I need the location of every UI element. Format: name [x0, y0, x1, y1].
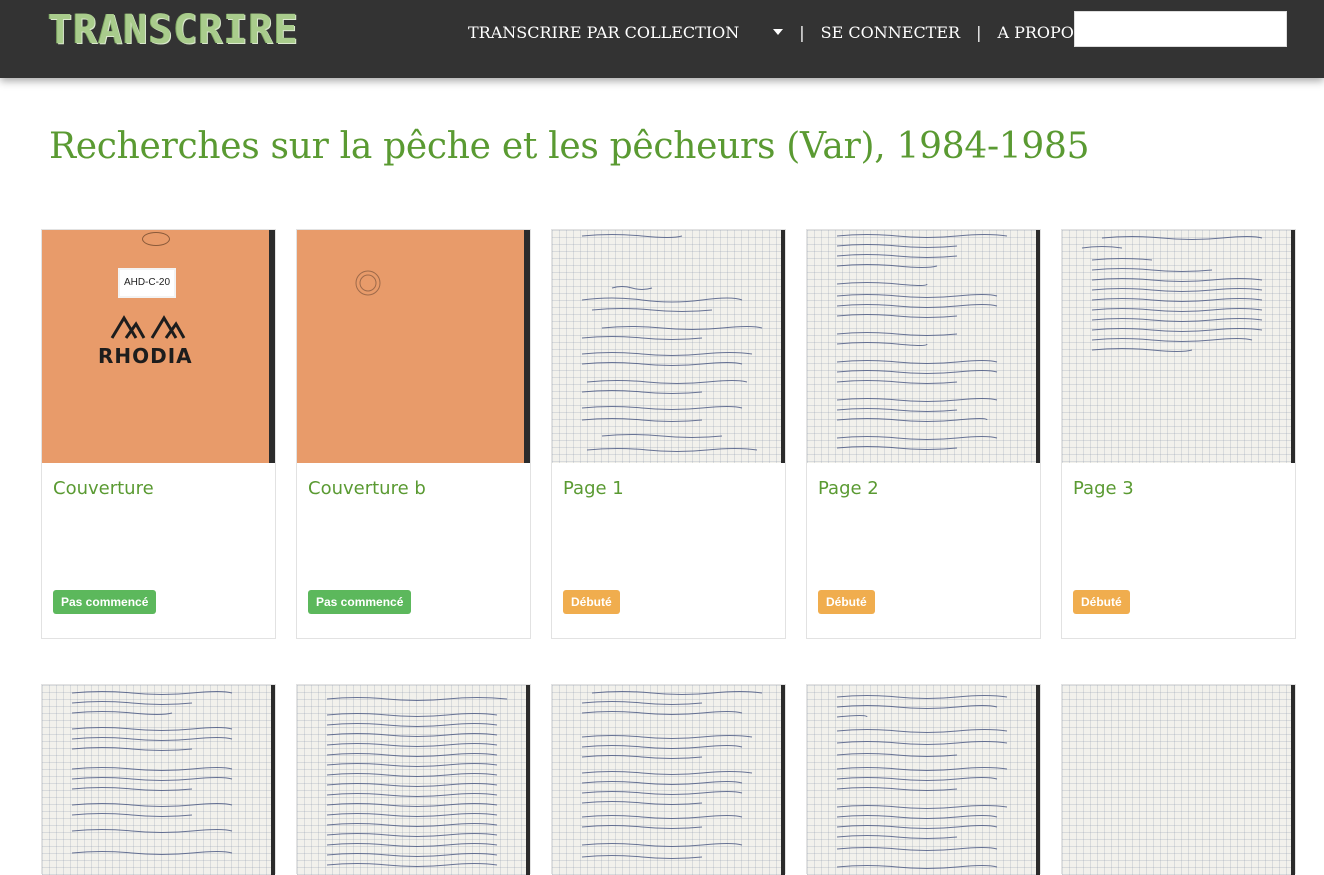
card-title[interactable]: Page 1: [563, 478, 624, 499]
card-title[interactable]: Couverture b: [308, 478, 426, 499]
page-card-couverture-b[interactable]: Couverture b Pas commencé: [296, 229, 531, 639]
page-card[interactable]: [551, 684, 786, 875]
cover-brand: RHODIA: [98, 344, 193, 368]
main-nav: TRANSCRIRE PAR COLLECTION | SE CONNECTER…: [468, 22, 1085, 42]
search-input[interactable]: [1074, 11, 1287, 47]
page-thumbnail[interactable]: [807, 685, 1040, 875]
status-badge: Pas commencé: [53, 590, 157, 614]
page-thumbnail[interactable]: [42, 685, 275, 875]
status-badge: Pas commencé: [308, 590, 412, 614]
page-card[interactable]: [41, 684, 276, 875]
page-card-couverture[interactable]: AHD-C-20 RHODIA Couverture Pas commencé: [41, 229, 276, 639]
chevron-down-icon[interactable]: [773, 29, 784, 35]
cover-label: AHD-C-20: [118, 268, 176, 298]
page-card-page-1[interactable]: Page 1 Débuté: [551, 229, 786, 639]
card-title[interactable]: Couverture: [53, 478, 154, 499]
page-thumbnail[interactable]: [552, 230, 785, 463]
page-card[interactable]: [296, 684, 531, 875]
nav-collections-link[interactable]: TRANSCRIRE PAR COLLECTION: [468, 23, 739, 42]
card-title[interactable]: Page 3: [1073, 478, 1134, 499]
page-card-page-3[interactable]: Page 3 Débuté: [1061, 229, 1296, 639]
status-badge: Débuté: [563, 590, 620, 614]
top-navbar: TRANSCRIRE TRANSCRIRE PAR COLLECTION | S…: [0, 0, 1324, 78]
nav-login-link[interactable]: SE CONNECTER: [821, 23, 960, 42]
page-thumbnail[interactable]: [1062, 230, 1295, 463]
page-thumbnail[interactable]: [297, 685, 530, 875]
page-card-page-2[interactable]: Page 2 Débuté: [806, 229, 1041, 639]
page-thumbnail[interactable]: AHD-C-20 RHODIA: [42, 230, 275, 463]
nav-separator: |: [799, 22, 805, 42]
card-title[interactable]: Page 2: [818, 478, 879, 499]
status-badge: Débuté: [818, 590, 875, 614]
nav-about-link[interactable]: A PROPOS: [997, 23, 1084, 42]
page-title: Recherches sur la pêche et les pêcheurs …: [49, 126, 1090, 167]
page-thumbnail[interactable]: [1062, 685, 1295, 875]
status-badge: Débuté: [1073, 590, 1130, 614]
page-thumbnail[interactable]: [297, 230, 530, 463]
page-thumbnail[interactable]: [552, 685, 785, 875]
page-card[interactable]: [806, 684, 1041, 875]
page-thumbnail[interactable]: [807, 230, 1040, 463]
site-logo[interactable]: TRANSCRIRE: [48, 8, 299, 52]
page-card[interactable]: [1061, 684, 1296, 875]
nav-separator: |: [976, 22, 982, 42]
